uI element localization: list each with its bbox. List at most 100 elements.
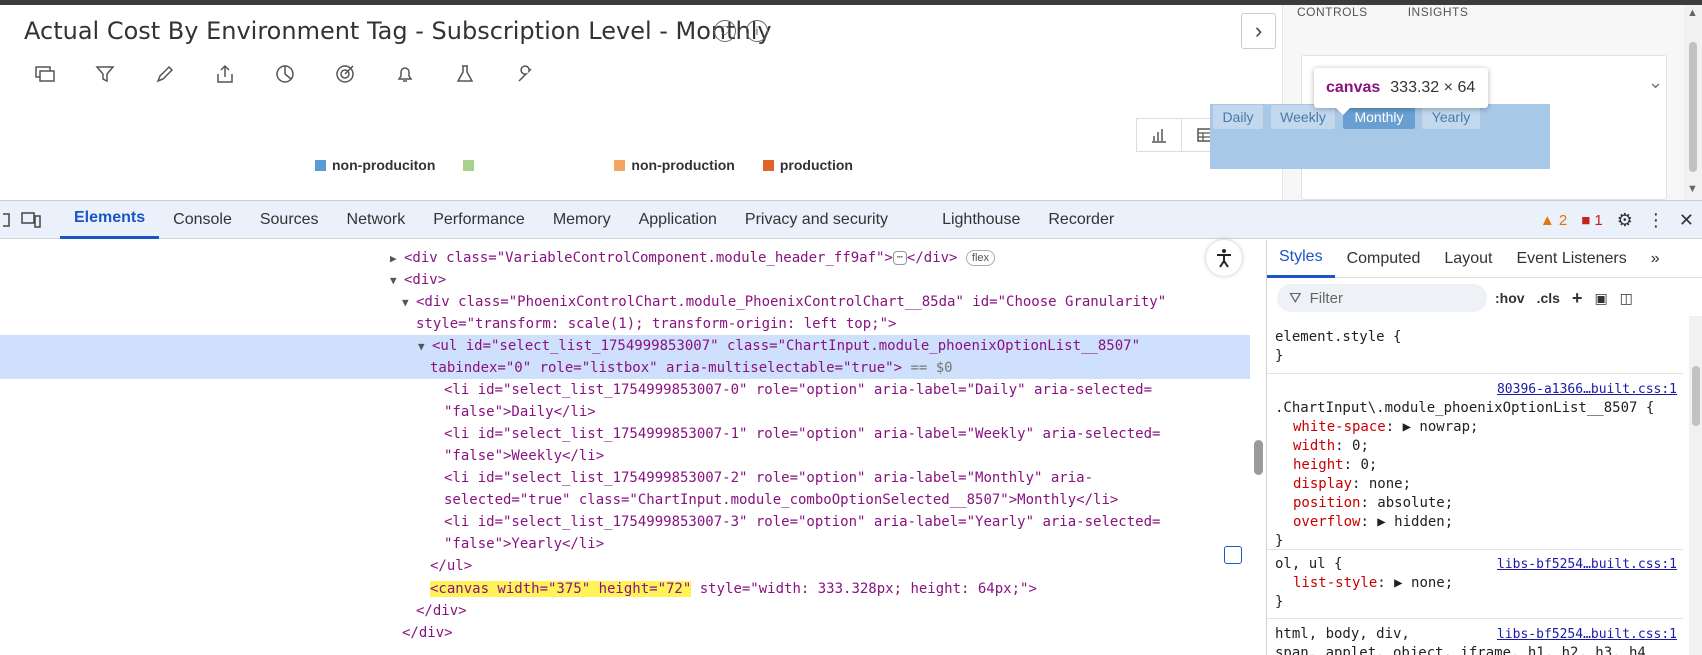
hov-toggle[interactable]: :hov xyxy=(1495,290,1525,306)
dom-node-li-monthly-cont: selected="true" class="ChartInput.module… xyxy=(444,492,1119,508)
scroll-down-icon[interactable]: ▼ xyxy=(1687,183,1698,195)
tab-sources[interactable]: Sources xyxy=(246,201,333,239)
css-prop[interactable]: overflow: ▶ hidden; xyxy=(1275,513,1683,532)
dom-node-chart[interactable]: ▼ <div class="PhoenixControlChart.module_… xyxy=(0,291,1250,313)
bell-icon[interactable] xyxy=(394,63,416,85)
dom-node-li-monthly[interactable]: <li id="select_list_1754999853007-2" rol… xyxy=(0,467,1250,489)
warning-count[interactable]: ▲ 2 xyxy=(1540,212,1567,229)
flex-badge[interactable]: flex xyxy=(965,250,996,266)
css-prop[interactable]: width: 0; xyxy=(1275,437,1683,456)
elements-scroll-thumb[interactable] xyxy=(1254,440,1263,475)
css-prop[interactable]: height: 0; xyxy=(1275,456,1683,475)
chart-toolbar xyxy=(34,63,574,85)
title-icons: ⛉ i xyxy=(714,20,768,42)
tab-styles[interactable]: Styles xyxy=(1267,240,1335,278)
devtools-panel: Elements Console Sources Network Perform… xyxy=(0,200,1702,655)
share-icon[interactable] xyxy=(214,63,236,85)
granularity-monthly[interactable]: Monthly xyxy=(1343,105,1415,129)
wrench-icon[interactable] xyxy=(514,63,536,85)
dom-node-li-weekly-cont: "false">Weekly</li> xyxy=(444,448,605,464)
node-screenshot-icon[interactable] xyxy=(1224,546,1242,564)
scroll-thumb[interactable] xyxy=(1689,42,1697,172)
tab-console[interactable]: Console xyxy=(159,201,246,239)
tab-computed[interactable]: Computed xyxy=(1335,240,1433,278)
panel-tabs: CONTROLS INSIGHTS xyxy=(1297,5,1468,19)
dom-node-ul-selected[interactable]: ▼ <ul id="select_list_1754999853007" clas… xyxy=(0,335,1250,357)
tooltip-size: 333.32 × 64 xyxy=(1390,79,1476,96)
device-toggle-icon[interactable] xyxy=(16,201,46,239)
ellipsis-icon[interactable]: ⋯ xyxy=(892,251,907,265)
new-rule-icon[interactable]: + xyxy=(1572,288,1583,309)
legend-item: non-production xyxy=(614,157,735,173)
styles-pane: Styles Computed Layout Event Listeners »… xyxy=(1266,240,1702,655)
target-icon[interactable] xyxy=(334,63,356,85)
legend-item xyxy=(463,157,480,173)
more-options-icon[interactable]: ⋮ xyxy=(1647,210,1665,231)
tab-privacy[interactable]: Privacy and security xyxy=(731,201,928,239)
tab-performance[interactable]: Performance xyxy=(419,201,539,239)
styles-scrollbar[interactable] xyxy=(1689,316,1702,655)
comment-icon[interactable] xyxy=(34,63,56,85)
tab-recorder[interactable]: Recorder xyxy=(1034,201,1128,239)
granularity-daily[interactable]: Daily xyxy=(1213,105,1263,129)
tab-layout[interactable]: Layout xyxy=(1432,240,1504,278)
dom-node-chart-cont: style="transform: scale(1); transform-or… xyxy=(416,316,897,332)
more-tabs-icon[interactable]: » xyxy=(1639,240,1672,278)
settings-icon[interactable]: ⚙ xyxy=(1617,210,1633,231)
cls-toggle[interactable]: .cls xyxy=(1537,290,1560,306)
sidebar-toggle-icon[interactable]: ◫ xyxy=(1620,290,1633,307)
devtools-tabs: Elements Console Sources Network Perform… xyxy=(0,201,1702,239)
styles-scroll-thumb[interactable] xyxy=(1692,366,1700,426)
filter-icon[interactable] xyxy=(94,63,116,85)
tab-application[interactable]: Application xyxy=(625,201,731,239)
chevron-down-icon[interactable]: ⌄ xyxy=(1648,72,1663,93)
css-prop[interactable]: list-style: ▶ none; xyxy=(1275,574,1683,593)
flask-icon[interactable] xyxy=(454,63,476,85)
style-rule-element[interactable]: element.style { } xyxy=(1267,326,1683,374)
dom-node-header[interactable]: ▶ <div class="VariableControlComponent.mo… xyxy=(0,247,1250,269)
dom-node-div-close: </div> xyxy=(416,603,467,619)
css-prop[interactable]: white-space: ▶ nowrap; xyxy=(1275,418,1683,437)
error-count[interactable]: ■ 1 xyxy=(1581,212,1603,229)
style-rule-reset[interactable]: libs-bf5254…built.css:1 html, body, div,… xyxy=(1267,623,1683,655)
dom-node-li-weekly[interactable]: <li id="select_list_1754999853007-1" rol… xyxy=(0,423,1250,445)
tab-network[interactable]: Network xyxy=(333,201,420,239)
style-rule-option-list[interactable]: 80396-a1366…built.css:1 .ChartInput\.mod… xyxy=(1267,378,1683,550)
styles-toolbar: :hov .cls + ▣ ◫ xyxy=(1495,284,1633,312)
style-rule-list[interactable]: libs-bf5254…built.css:1 ol, ul { list-st… xyxy=(1267,553,1683,619)
elements-scrollbar[interactable] xyxy=(1252,240,1265,655)
paint-icon[interactable]: ▣ xyxy=(1594,290,1607,307)
stylesheet-link[interactable]: libs-bf5254…built.css:1 xyxy=(1497,625,1677,644)
tab-elements[interactable]: Elements xyxy=(60,201,160,239)
pie-chart-icon[interactable] xyxy=(274,63,296,85)
dom-node-li-daily[interactable]: <li id="select_list_1754999853007-0" rol… xyxy=(0,379,1250,401)
edit-icon[interactable] xyxy=(154,63,176,85)
css-prop[interactable]: display: none; xyxy=(1275,475,1683,494)
dom-node-li-yearly[interactable]: <li id="select_list_1754999853007-3" rol… xyxy=(0,511,1250,533)
page-scrollbar[interactable]: ▲ ▼ xyxy=(1684,5,1702,200)
stylesheet-link[interactable]: libs-bf5254…built.css:1 xyxy=(1497,555,1677,574)
bar-chart-icon[interactable] xyxy=(1136,118,1182,152)
shield-icon[interactable]: ⛉ xyxy=(714,20,736,42)
tab-lighthouse[interactable]: Lighthouse xyxy=(928,201,1034,239)
styles-filter-input[interactable]: ⛛ Filter xyxy=(1277,284,1487,312)
dom-node-li-daily-cont: "false">Daily</li> xyxy=(444,404,596,420)
granularity-yearly[interactable]: Yearly xyxy=(1422,105,1480,129)
collapse-panel-button[interactable]: › xyxy=(1241,13,1276,49)
tab-memory[interactable]: Memory xyxy=(539,201,625,239)
tab-controls[interactable]: CONTROLS xyxy=(1297,5,1368,19)
dom-node-ul-close: </ul> xyxy=(430,558,473,574)
tab-insights[interactable]: INSIGHTS xyxy=(1408,5,1469,19)
info-icon[interactable]: i xyxy=(746,20,768,42)
dom-node-div[interactable]: ▼ <div> xyxy=(0,269,1250,291)
css-prop[interactable]: position: absolute; xyxy=(1275,494,1683,513)
inspect-icon[interactable] xyxy=(0,201,16,239)
close-icon[interactable]: ✕ xyxy=(1679,210,1694,231)
scroll-up-icon[interactable]: ▲ xyxy=(1687,7,1698,19)
dom-node-canvas[interactable]: <canvas width="375" height="72" style="w… xyxy=(0,578,1250,600)
tab-event-listeners[interactable]: Event Listeners xyxy=(1504,240,1638,278)
granularity-weekly[interactable]: Weekly xyxy=(1271,105,1335,129)
elements-tree: ▶ <div class="VariableControlComponent.mo… xyxy=(0,240,1265,655)
accessibility-icon[interactable] xyxy=(1206,240,1242,276)
stylesheet-link[interactable]: 80396-a1366…built.css:1 xyxy=(1497,380,1677,399)
